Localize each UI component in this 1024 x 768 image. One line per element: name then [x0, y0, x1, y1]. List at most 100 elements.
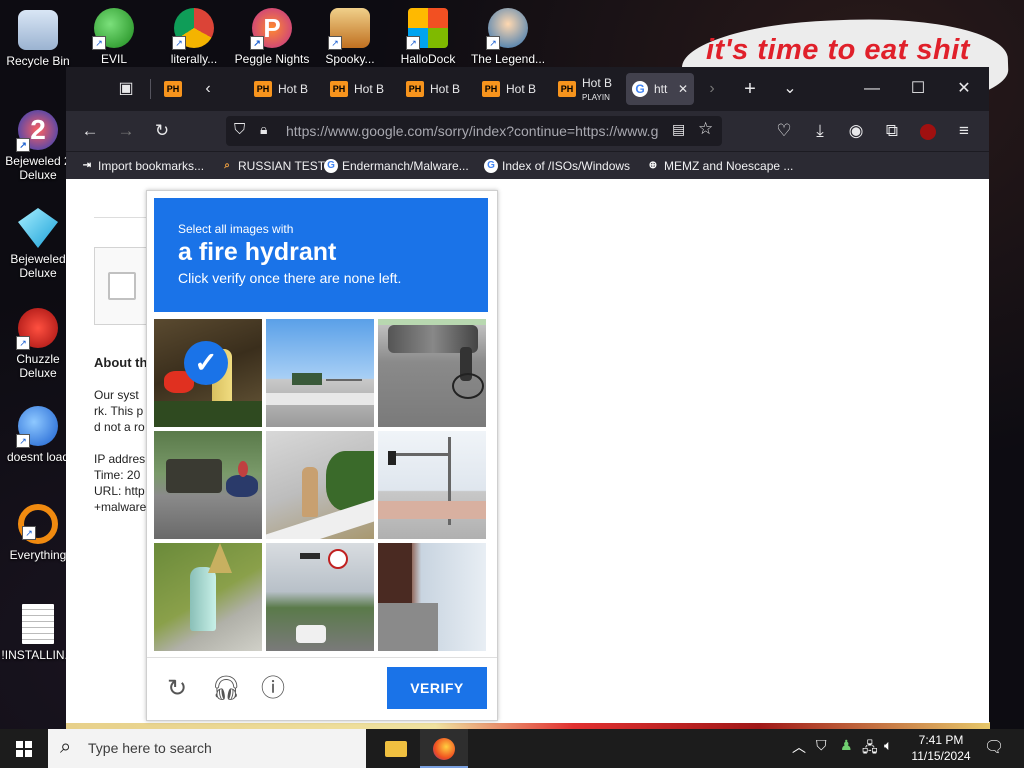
maximize-icon[interactable]: ☐: [904, 75, 932, 103]
page-text-line: d not a ro: [94, 420, 145, 434]
url-bar[interactable]: ⛉ 🔒︎ https://www.google.com/sorry/index?…: [226, 116, 722, 146]
navigation-toolbar: ← → ↻ ⛉ 🔒︎ https://www.google.com/sorry/…: [66, 111, 989, 151]
ublock-icon[interactable]: [914, 117, 942, 145]
bookmark-index-isos[interactable]: G Index of /ISOs/Windows: [484, 157, 630, 175]
tabs-scroll-right-icon[interactable]: ›: [698, 75, 726, 103]
captcha-tile-4[interactable]: [154, 431, 262, 539]
recaptcha-checkbox[interactable]: [108, 272, 136, 300]
google-favicon-icon: G: [632, 81, 648, 97]
list-tabs-chevron-icon[interactable]: ⌄: [776, 75, 804, 103]
back-arrow-icon[interactable]: ←: [76, 117, 104, 145]
tab-hot-b-2[interactable]: PH Hot B: [326, 73, 388, 105]
captcha-hint: Click verify once there are none left.: [178, 270, 402, 286]
tab-overview-icon[interactable]: ▣: [112, 75, 140, 103]
bookmark-endermanch-malware[interactable]: G Endermanch/Malware...: [324, 157, 469, 175]
shield-icon[interactable]: ⛉: [234, 121, 245, 138]
desktop-icon-literally[interactable]: ↗ literally...: [156, 8, 232, 66]
tab-google-active[interactable]: Ghtt ✕: [626, 73, 694, 105]
captcha-header: Select all images with a fire hydrant Cl…: [154, 198, 488, 312]
shortcut-arrow-icon: ↗: [16, 336, 30, 350]
verify-button[interactable]: VERIFY: [387, 667, 487, 709]
menu-hamburger-icon[interactable]: ≡: [950, 117, 978, 145]
desktop-icon-installing[interactable]: !INSTALLIN...: [0, 604, 76, 662]
network-icon[interactable]: 🖧︎: [862, 737, 878, 761]
captcha-tile-1[interactable]: ✓: [154, 319, 262, 427]
minimize-icon[interactable]: —: [858, 75, 886, 103]
bookmark-import[interactable]: ⇥ Import bookmarks...: [80, 157, 204, 175]
captcha-tile-7[interactable]: [154, 543, 262, 651]
tabs-scroll-left-icon[interactable]: ‹: [194, 75, 222, 103]
tab-hot-b-playing[interactable]: PH Hot B PLAYIN: [554, 73, 616, 105]
desktop-icon-recycle-bin[interactable]: Recycle Bin: [0, 10, 76, 68]
shortcut-arrow-icon: ↗: [22, 526, 36, 540]
desktop-icon-the-legend[interactable]: ↗ The Legend...: [470, 8, 546, 66]
character-icon: ↗: [486, 8, 528, 50]
account-icon[interactable]: ◉: [842, 117, 870, 145]
captcha-tile-8[interactable]: [266, 543, 374, 651]
volume-icon[interactable]: 🔈︎: [884, 737, 892, 754]
pocket-icon[interactable]: ♡: [770, 117, 798, 145]
firefox-icon: [433, 738, 455, 760]
tab-hot-b-4[interactable]: PH Hot B: [478, 73, 540, 105]
desktop-icon-everything[interactable]: ↗ Everything: [0, 504, 76, 562]
reload-challenge-icon[interactable]: ↻: [163, 675, 191, 703]
people-tray-icon[interactable]: ♟: [840, 737, 853, 754]
taskbar-file-explorer[interactable]: [372, 729, 420, 768]
system-clock[interactable]: 7:41 PM 11/15/2024: [906, 732, 976, 764]
start-button[interactable]: [0, 729, 48, 768]
reload-icon[interactable]: ↻: [148, 117, 176, 145]
security-tray-icon[interactable]: ⛉: [816, 737, 827, 754]
captcha-tile-5[interactable]: [266, 431, 374, 539]
clock-date: 11/15/2024: [911, 749, 971, 763]
tab-hot-b-3[interactable]: PH Hot B: [402, 73, 464, 105]
diamond-icon: [18, 208, 58, 248]
captcha-tile-9[interactable]: [378, 543, 486, 651]
pornhub-favicon-icon: PH: [254, 81, 272, 97]
desktop-icon-doesnt-load[interactable]: ↗ doesnt load: [0, 406, 76, 464]
tab-hot-b-1[interactable]: PH Hot B: [250, 73, 312, 105]
notifications-icon[interactable]: 🗨︎: [984, 737, 1004, 757]
pornhub-favicon-icon: PH: [482, 81, 500, 97]
shortcut-arrow-icon: ↗: [328, 36, 342, 50]
page-text-line: IP addres: [94, 452, 146, 466]
reader-view-icon[interactable]: ▤: [672, 121, 685, 138]
captcha-tile-2[interactable]: [266, 319, 374, 427]
forward-arrow-icon[interactable]: →: [112, 117, 140, 145]
url-text[interactable]: https://www.google.com/sorry/index?conti…: [286, 123, 666, 139]
desktop-icon-chuzzle[interactable]: ↗ Chuzzle Deluxe: [0, 308, 76, 380]
shortcut-arrow-icon: ↗: [406, 36, 420, 50]
everything-search-icon: ↗: [18, 504, 58, 544]
downloads-icon[interactable]: ⤓: [806, 117, 834, 145]
extensions-icon[interactable]: ⧉: [878, 117, 906, 145]
close-window-icon[interactable]: ✕: [950, 75, 978, 103]
desktop-icon-spooky[interactable]: ↗ Spooky...: [312, 8, 388, 66]
taskbar-firefox[interactable]: [420, 729, 468, 768]
captcha-instruction: Select all images with: [178, 222, 294, 236]
desktop-icon-peggle-nights[interactable]: P ↗ Peggle Nights: [234, 8, 310, 66]
bookmark-memz-noescape[interactable]: ⊕ MEMZ and Noescape ...: [646, 157, 794, 175]
spooky-icon: ↗: [328, 8, 370, 50]
recycle-bin-icon: [18, 10, 58, 50]
close-tab-icon[interactable]: ✕: [678, 73, 688, 105]
desktop-icon-bejeweled[interactable]: Bejeweled Deluxe: [0, 208, 76, 280]
desktop-icon-bejeweled-2[interactable]: 2 ↗ Bejeweled 2 Deluxe: [0, 110, 76, 182]
new-tab-icon[interactable]: +: [736, 75, 764, 103]
bookmark-star-icon[interactable]: ☆: [698, 119, 713, 139]
captcha-tile-3[interactable]: [378, 319, 486, 427]
lock-icon[interactable]: 🔒︎: [260, 121, 267, 138]
audio-challenge-icon[interactable]: 🎧︎: [211, 675, 241, 703]
text-file-icon: [22, 604, 54, 644]
captcha-tile-6[interactable]: [378, 431, 486, 539]
taskbar-search-box[interactable]: ⌕ Type here to search: [48, 729, 366, 768]
pornhub-favicon-icon: PH: [164, 81, 182, 97]
desktop-icon-evil-green[interactable]: ↗ EVIL GREEN...: [76, 8, 152, 66]
tab-bar: ▣ PH ‹ PH Hot B PH Hot B PH Hot B PH Hot B P…: [66, 67, 989, 111]
tab-pinned-ph[interactable]: PH: [160, 73, 188, 105]
pornhub-favicon-icon: PH: [330, 81, 348, 97]
info-icon[interactable]: ⓘ: [259, 675, 287, 703]
desktop-icon-hallodock[interactable]: ↗ HalloDock: [390, 8, 466, 66]
green-people-icon: ↗: [92, 8, 134, 50]
show-hidden-icons-chevron-icon[interactable]: ︿: [792, 737, 806, 757]
bookmark-russian-test[interactable]: ⌕ RUSSIAN TEST: [220, 157, 325, 175]
shortcut-arrow-icon: ↗: [16, 434, 30, 448]
